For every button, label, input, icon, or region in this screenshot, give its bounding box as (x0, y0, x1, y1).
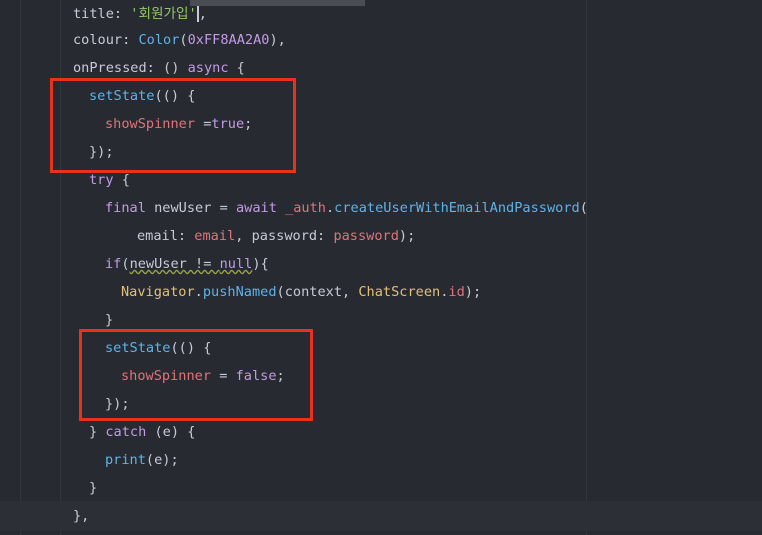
code-line-2[interactable]: colour: Color(0xFF8AA2A0), (73, 26, 286, 54)
right-margin-guide (586, 0, 587, 535)
code-line-11[interactable]: Navigator.pushNamed(context, ChatScreen.… (121, 278, 481, 306)
code-line-16[interactable]: } catch (e) { (89, 418, 195, 446)
code-line-18[interactable]: } (89, 474, 97, 502)
horizontal-scrollbar[interactable] (190, 0, 365, 6)
code-line-1[interactable]: title: '회원가입', (73, 0, 207, 28)
code-editor[interactable]: title: '회원가입', colour: Color(0xFF8AA2A0)… (0, 0, 762, 535)
code-line-17[interactable]: print(e); (105, 446, 179, 474)
current-line-highlight (0, 501, 762, 531)
indent-guide (20, 0, 21, 535)
code-line-10[interactable]: if(newUser != null){ (105, 250, 269, 278)
code-line-9[interactable]: email: email, password: password); (137, 222, 415, 250)
annotation-box-setstate-false (79, 329, 313, 421)
code-line-8[interactable]: final newUser = await _auth.createUserWi… (105, 194, 588, 222)
code-line-19[interactable]: }, (73, 502, 89, 530)
annotation-box-setstate-true (50, 78, 296, 173)
